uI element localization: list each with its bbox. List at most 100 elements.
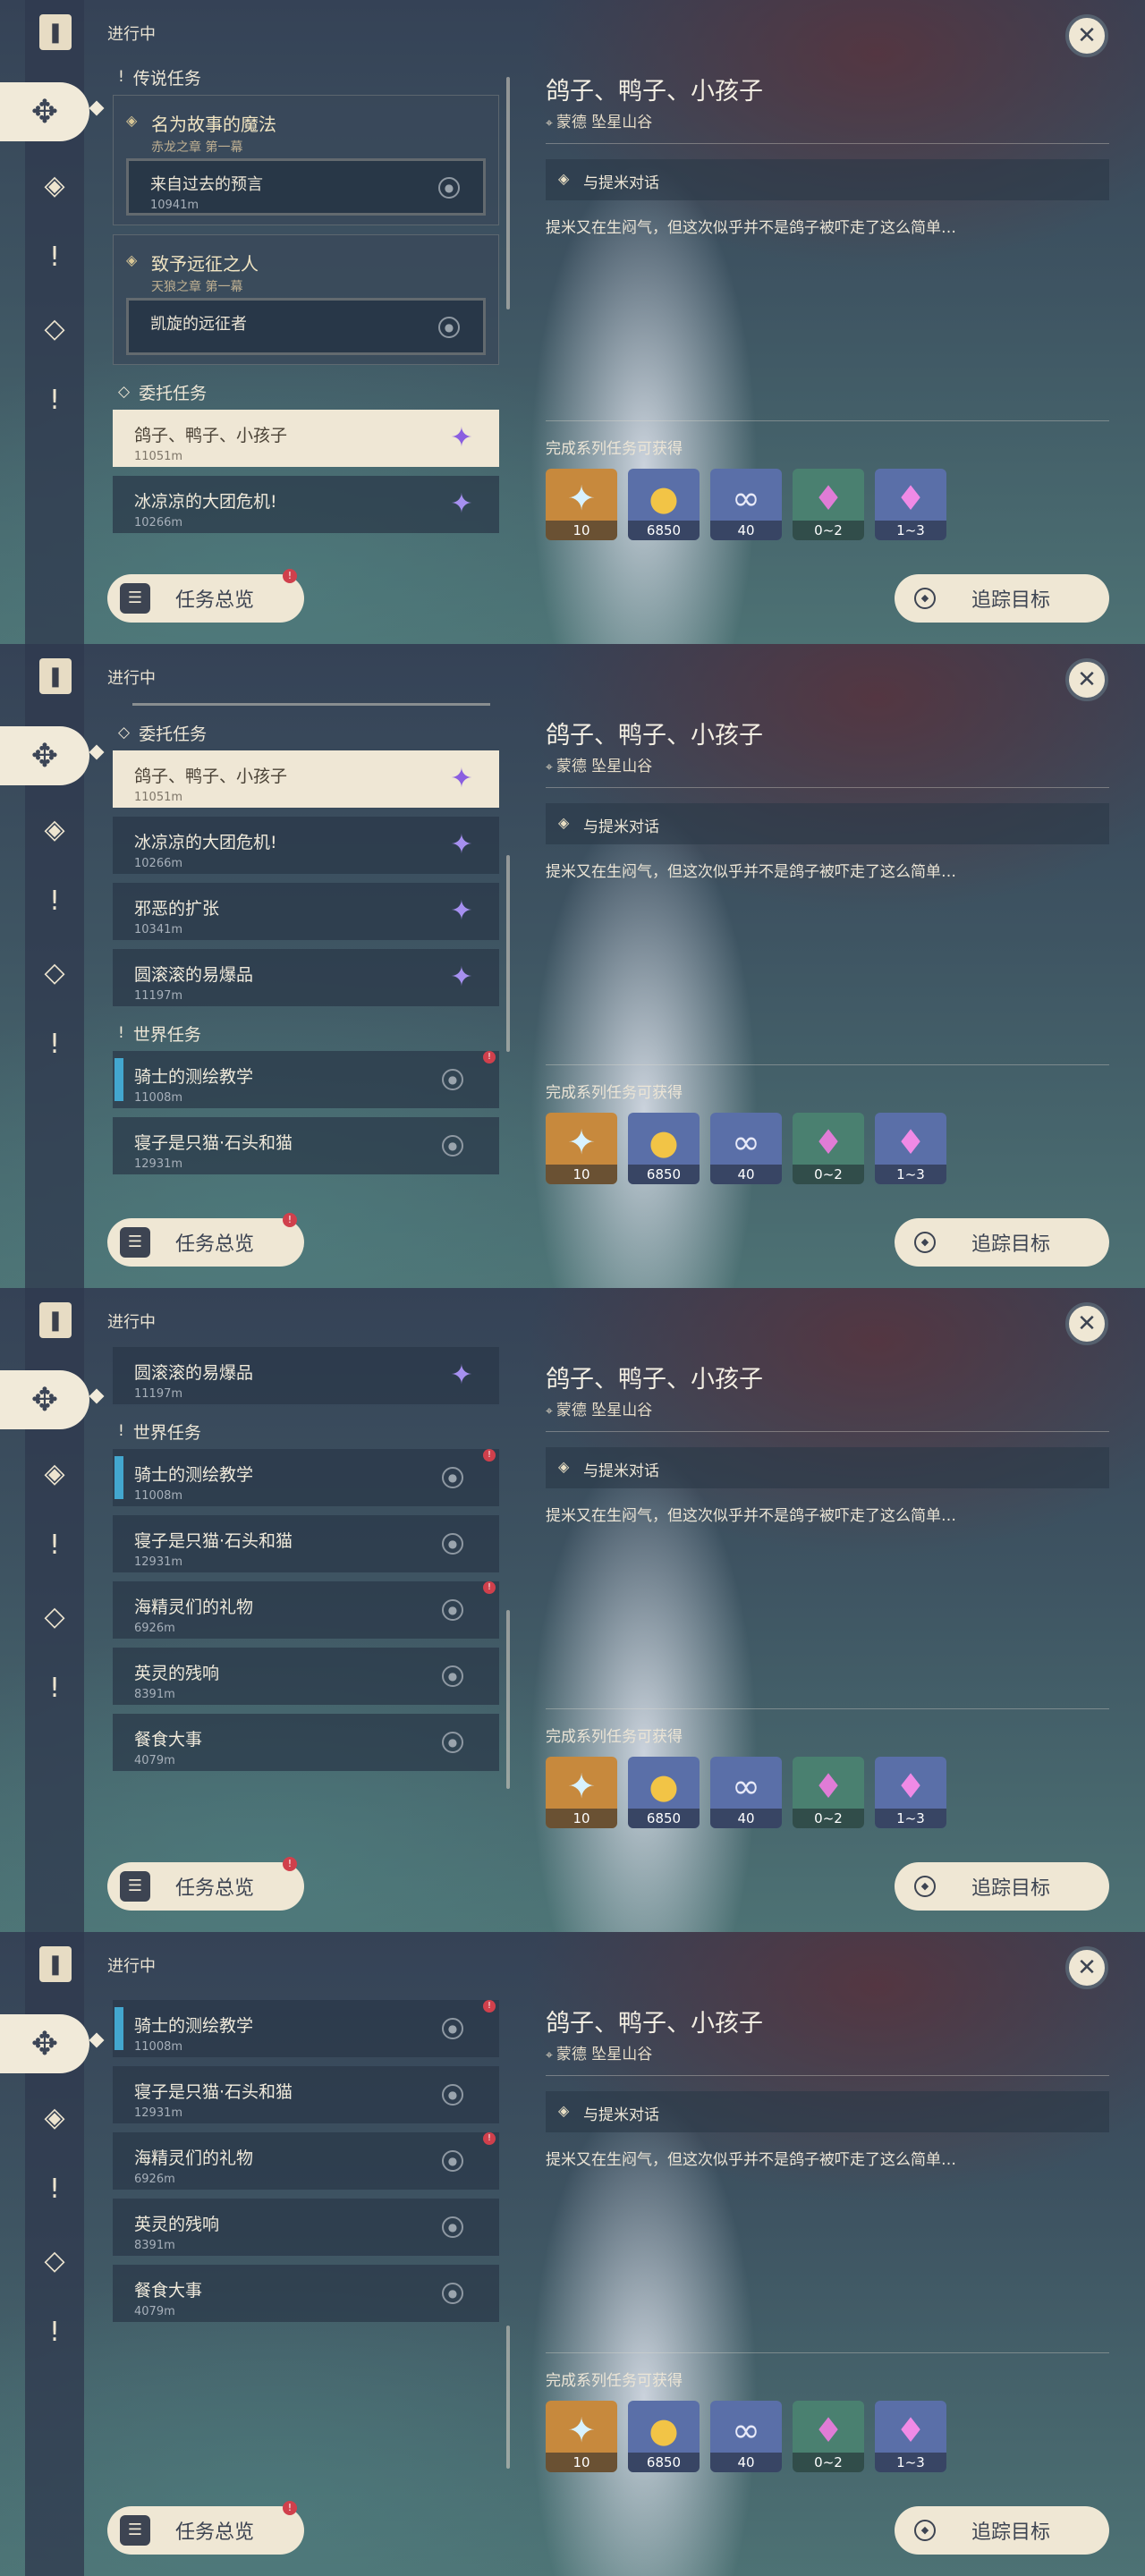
track-pin-icon[interactable]: ●	[442, 1665, 463, 1687]
reward-item[interactable]: ✦ 10	[546, 1757, 617, 1828]
reward-item[interactable]: ✦ 10	[546, 2401, 617, 2472]
archon-quest-icon[interactable]: ◈	[25, 2088, 84, 2147]
track-pin-icon[interactable]: ●	[442, 2018, 463, 2039]
world-quest-icon[interactable]: !	[25, 227, 84, 286]
track-pin-icon[interactable]: ●	[442, 1069, 463, 1090]
reward-item[interactable]: ● 6850	[628, 469, 700, 540]
track-button[interactable]: ◆ 追踪目标	[895, 2506, 1109, 2555]
reward-item[interactable]: ♦ 0~2	[793, 2401, 864, 2472]
quest-item[interactable]: 骑士的测绘教学 11008m ● !	[113, 2000, 499, 2057]
reward-item[interactable]: ∞ 40	[710, 1113, 782, 1184]
quest-overview-button[interactable]: ☰ 任务总览!	[107, 1857, 304, 1911]
archon-quest-icon[interactable]: ◈	[25, 156, 84, 215]
track-button[interactable]: ◆ 追踪目标	[895, 1218, 1109, 1267]
track-pin-icon[interactable]: ●	[442, 2150, 463, 2172]
quest-item[interactable]: 海精灵们的礼物 6926m ● !	[113, 2132, 499, 2190]
track-pin-icon[interactable]: ●	[442, 2283, 463, 2304]
quest-item[interactable]: 冰凉凉的大团危机! 10266m ✦	[113, 817, 499, 874]
reward-item[interactable]: ♦ 0~2	[793, 1113, 864, 1184]
event-quest-icon[interactable]: !	[25, 1014, 84, 1073]
quest-item[interactable]: 餐食大事 4079m ●	[113, 1714, 499, 1771]
track-button[interactable]: ◆ 追踪目标	[895, 574, 1109, 623]
archon-quest-icon[interactable]: ◈	[25, 1444, 84, 1503]
commission-icon[interactable]: ◇	[25, 299, 84, 358]
quest-item[interactable]: 餐食大事 4079m ●	[113, 2265, 499, 2322]
quest-item-selected[interactable]: 鸽子、鸭子、小孩子 11051m ✦	[113, 410, 499, 467]
reward-item[interactable]: ♦ 1~3	[875, 1757, 946, 1828]
close-button[interactable]: ✕	[1065, 1302, 1108, 1345]
scrollbar[interactable]	[506, 2326, 510, 2469]
event-quest-icon[interactable]: !	[25, 2302, 84, 2361]
commission-icon[interactable]: ◇	[25, 943, 84, 1002]
legend-subquest[interactable]: 来自过去的预言 10941m ●	[126, 158, 486, 216]
quest-item[interactable]: 英灵的残响 8391m ●	[113, 2199, 499, 2256]
quest-item[interactable]: 骑士的测绘教学 11008m ● !	[113, 1051, 499, 1108]
quest-overview-button[interactable]: ☰ 任务总览!	[107, 2501, 304, 2555]
track-pin-icon[interactable]: ●	[442, 1135, 463, 1157]
quest-item[interactable]: 邪恶的扩张 10341m ✦	[113, 883, 499, 940]
quest-overview-button[interactable]: ☰ 任务总览!	[107, 569, 304, 623]
close-button[interactable]: ✕	[1065, 658, 1108, 701]
close-button[interactable]: ✕	[1065, 14, 1108, 57]
quest-item[interactable]: 海精灵们的礼物 6926m ● !	[113, 1581, 499, 1639]
legend-subquest[interactable]: 凯旋的远征者 ●	[126, 298, 486, 355]
reward-item[interactable]: ✦ 10	[546, 469, 617, 540]
legend-quest[interactable]: ◈ 名为故事的魔法 赤龙之章 第一幕 来自过去的预言 10941m ●	[113, 95, 499, 225]
commission-icon[interactable]: ◇	[25, 1587, 84, 1646]
world-quest-icon[interactable]: !	[25, 1515, 84, 1574]
archon-quest-icon[interactable]: ◈	[25, 800, 84, 859]
reward-item[interactable]: ♦ 0~2	[793, 469, 864, 540]
bookmark-icon[interactable]: ❚	[39, 1946, 72, 1982]
scrollbar[interactable]	[506, 77, 510, 309]
all-quests-icon[interactable]: ✥	[0, 726, 89, 785]
reward-item[interactable]: ● 6850	[628, 1757, 700, 1828]
reward-item[interactable]: ● 6850	[628, 2401, 700, 2472]
quest-item[interactable]: 骑士的测绘教学 11008m ● !	[113, 1449, 499, 1506]
track-button[interactable]: ◆ 追踪目标	[895, 1862, 1109, 1911]
track-pin-icon[interactable]: ●	[438, 177, 460, 199]
bookmark-icon[interactable]: ❚	[39, 658, 72, 694]
quest-item[interactable]: 英灵的残响 8391m ●	[113, 1648, 499, 1705]
legend-quest[interactable]: ◈ 致予远征之人 天狼之章 第一幕 凯旋的远征者 ●	[113, 234, 499, 365]
quest-item[interactable]: 寝子是只猫·石头和猫 12931m ●	[113, 1117, 499, 1174]
quest-item[interactable]: 圆滚滚的易爆品 11197m ✦	[113, 949, 499, 1006]
quest-item[interactable]: 圆滚滚的易爆品 11197m ✦	[113, 1347, 499, 1404]
event-quest-icon[interactable]: !	[25, 1658, 84, 1717]
reward-item[interactable]: ∞ 40	[710, 2401, 782, 2472]
reward-item[interactable]: ✦ 10	[546, 1113, 617, 1184]
track-pin-icon[interactable]: ●	[442, 2216, 463, 2238]
quest-item[interactable]: 冰凉凉的大团危机! 10266m ✦	[113, 476, 499, 533]
quest-item[interactable]: 寝子是只猫·石头和猫 12931m ●	[113, 1515, 499, 1572]
reward-item[interactable]: ● 6850	[628, 1113, 700, 1184]
reward-item[interactable]: ∞ 40	[710, 1757, 782, 1828]
world-quest-icon[interactable]: !	[25, 2159, 84, 2218]
bookmark-icon[interactable]: ❚	[39, 1302, 72, 1338]
track-pin-icon[interactable]: ●	[442, 1599, 463, 1621]
quest-list[interactable]: 圆滚滚的易爆品 11197m ✦ ! 世界任务 骑士的测绘教学 11008m ● …	[106, 1347, 508, 1837]
reward-item[interactable]: ∞ 40	[710, 469, 782, 540]
all-quests-icon[interactable]: ✥	[0, 2014, 89, 2073]
scrollbar[interactable]	[506, 855, 510, 1052]
close-button[interactable]: ✕	[1065, 1946, 1108, 1989]
track-pin-icon[interactable]: ●	[438, 317, 460, 338]
bookmark-icon[interactable]: ❚	[39, 14, 72, 50]
event-quest-icon[interactable]: !	[25, 370, 84, 429]
quest-list[interactable]: ◇ 委托任务 鸽子、鸭子、小孩子 11051m ✦ 冰凉凉的大团危机! 10266…	[106, 703, 508, 1193]
world-quest-icon[interactable]: !	[25, 871, 84, 930]
track-pin-icon[interactable]: ●	[442, 1533, 463, 1555]
quest-list[interactable]: 骑士的测绘教学 11008m ● ! 寝子是只猫·石头和猫 12931m ● 海…	[106, 1991, 508, 2481]
reward-item[interactable]: ♦ 1~3	[875, 1113, 946, 1184]
track-pin-icon[interactable]: ●	[442, 1732, 463, 1753]
quest-item-selected[interactable]: 鸽子、鸭子、小孩子 11051m ✦	[113, 750, 499, 808]
commission-icon[interactable]: ◇	[25, 2231, 84, 2290]
all-quests-icon[interactable]: ✥	[0, 82, 89, 141]
reward-item[interactable]: ♦ 0~2	[793, 1757, 864, 1828]
reward-item[interactable]: ♦ 1~3	[875, 469, 946, 540]
quest-overview-button[interactable]: ☰ 任务总览!	[107, 1213, 304, 1267]
all-quests-icon[interactable]: ✥	[0, 1370, 89, 1429]
scrollbar[interactable]	[506, 1610, 510, 1789]
track-pin-icon[interactable]: ●	[442, 2084, 463, 2106]
quest-item[interactable]: 寝子是只猫·石头和猫 12931m ●	[113, 2066, 499, 2123]
quest-list[interactable]: ! 传说任务 ◈ 名为故事的魔法 赤龙之章 第一幕 来自过去的预言 10941m …	[106, 59, 508, 549]
track-pin-icon[interactable]: ●	[442, 1467, 463, 1488]
